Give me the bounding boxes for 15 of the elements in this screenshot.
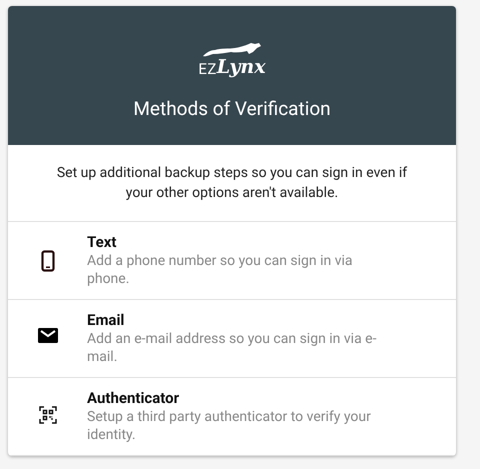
method-title: Email (87, 310, 126, 330)
method-description: Add an e-mail address so you can sign in via e-mail. (87, 330, 378, 366)
envelope-icon (38, 328, 58, 343)
intro-text: Set up additional backup steps so you can sign in even if your other options aren't available. (8, 145, 456, 222)
method-option[interactable]: Email Add an e-mail address so you can sign in via e-mail. (8, 300, 456, 378)
method-title: Text (87, 232, 118, 252)
logo-text: EZLynx (198, 58, 266, 77)
method-title: Authenticator (87, 388, 180, 408)
method-description: Add a phone number so you can sign in via phone. (87, 252, 354, 288)
qr-code-icon (38, 406, 56, 424)
method-option[interactable]: Authenticator Setup a third party authenticator to verify your identity. (8, 378, 456, 456)
method-option[interactable]: Text Add a phone number so you can sign in via phone. (8, 222, 456, 300)
phone-icon (40, 250, 54, 272)
method-description: Setup a third party authenticator to verify your identity. (87, 408, 372, 444)
page-title: Methods of Verification (133, 96, 331, 122)
